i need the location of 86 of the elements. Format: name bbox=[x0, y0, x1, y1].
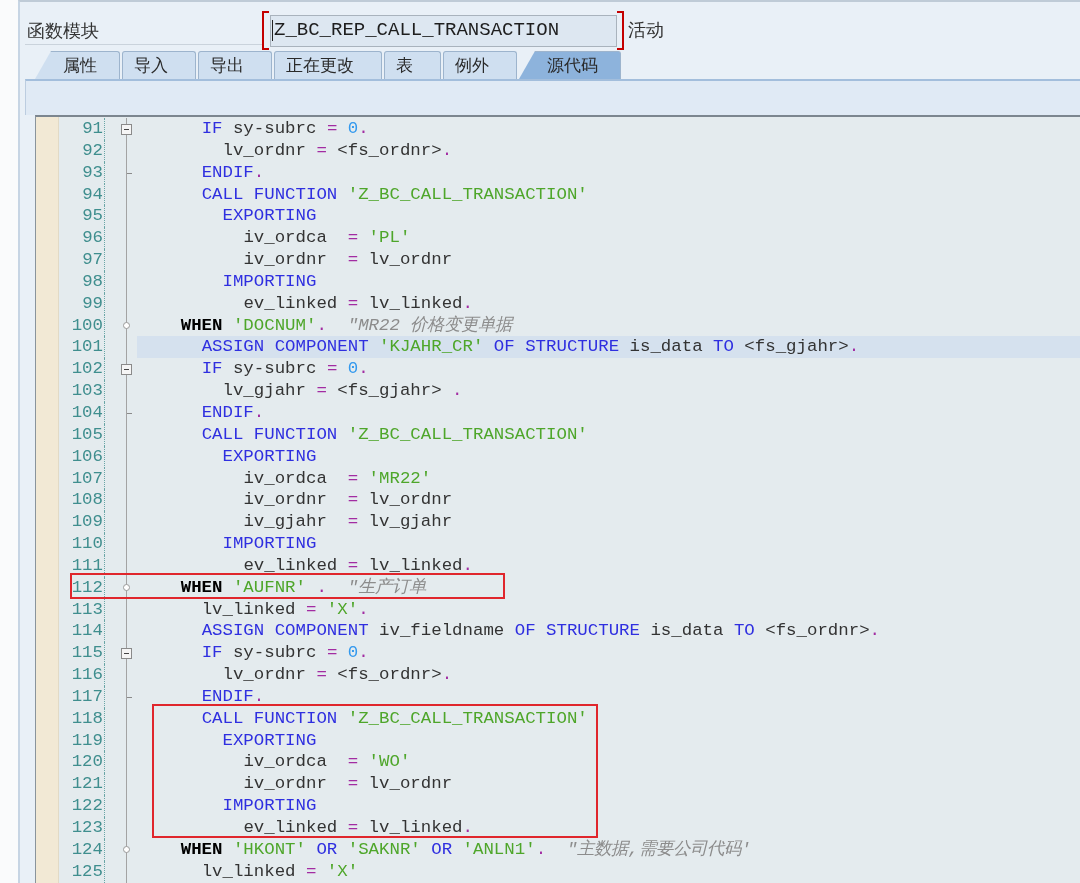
code-line: ev_linked = lv_linked. bbox=[243, 818, 473, 837]
tab[interactable]: 导入 bbox=[122, 51, 196, 79]
line-number: 116 bbox=[71, 665, 103, 685]
code-line: WHEN 'HKONT' OR 'SAKNR' OR 'ANLN1'. "主数据,需要公司代码' bbox=[180, 839, 752, 859]
line-number: 125 bbox=[71, 861, 103, 881]
line-number: 105 bbox=[71, 424, 103, 444]
line-number: 113 bbox=[71, 599, 103, 619]
function-module-field[interactable]: Z_BC_REP_CALL_TRANSACTION bbox=[270, 14, 617, 47]
tab[interactable]: 导出 bbox=[198, 51, 272, 79]
line-number: 112 bbox=[71, 577, 103, 597]
code-line: iv_ordca = 'PL' bbox=[243, 228, 411, 248]
code-line: ev_linked = lv_linked. bbox=[243, 555, 473, 575]
code-line: IMPORTING bbox=[222, 271, 317, 291]
line-number: 93 bbox=[82, 162, 103, 182]
line-number: 103 bbox=[71, 381, 103, 401]
code-line: EXPORTING bbox=[222, 446, 317, 466]
line-number: 118 bbox=[71, 708, 103, 728]
line-number: 111 bbox=[71, 555, 103, 575]
code-line: IF sy-subrc = 0. bbox=[201, 359, 369, 379]
code-line: iv_gjahr = lv_gjahr bbox=[243, 512, 453, 532]
line-number: 95 bbox=[82, 206, 103, 226]
code-line: ASSIGN COMPONENT iv_fieldname OF STRUCTURE is_data TO <fs_ordnr>. bbox=[201, 621, 880, 641]
code-line: lv_gjahr = <fs_gjahr> . bbox=[222, 381, 463, 401]
line-number: 107 bbox=[71, 468, 103, 488]
code-line: iv_ordnr = lv_ordnr bbox=[243, 490, 453, 510]
code-line: IF sy-subrc = 0. bbox=[201, 119, 369, 138]
corner-bracket-icon bbox=[617, 11, 624, 50]
line-number: 122 bbox=[71, 796, 103, 816]
collapse-icon[interactable] bbox=[121, 123, 132, 135]
tab[interactable]: 源代码 bbox=[519, 51, 621, 79]
code-line: CALL FUNCTION 'Z_BC_CALL_TRANSACTION' bbox=[201, 184, 588, 204]
code-line: ENDIF. bbox=[201, 402, 265, 422]
line-number: 109 bbox=[71, 512, 103, 532]
line-number: 121 bbox=[71, 774, 103, 794]
tab[interactable]: 例外 bbox=[443, 51, 517, 79]
line-number: 123 bbox=[71, 818, 103, 837]
code-line: ASSIGN COMPONENT 'KJAHR_CR' OF STRUCTURE is_data TO <fs_gjahr>. bbox=[201, 337, 860, 357]
field-label: 函数模块 bbox=[27, 20, 99, 42]
line-number: 119 bbox=[71, 730, 103, 750]
collapse-icon[interactable] bbox=[121, 647, 132, 659]
code-line: CALL FUNCTION 'Z_BC_CALL_TRANSACTION' bbox=[201, 424, 588, 444]
line-number: 91 bbox=[82, 119, 103, 138]
code-line: IMPORTING bbox=[222, 534, 317, 554]
tab[interactable]: 属性 bbox=[35, 51, 120, 79]
line-number: 101 bbox=[71, 337, 103, 357]
code-line: ENDIF. bbox=[201, 162, 265, 182]
line-number: 106 bbox=[71, 446, 103, 466]
line-number: 99 bbox=[82, 293, 103, 313]
code-line: IF sy-subrc = 0. bbox=[201, 643, 369, 663]
line-number: 98 bbox=[82, 271, 103, 291]
line-number: 104 bbox=[71, 402, 103, 422]
line-number: 114 bbox=[71, 621, 103, 641]
collapse-icon[interactable] bbox=[121, 363, 132, 375]
code-line: iv_ordca = 'WO' bbox=[243, 752, 411, 772]
line-number: 96 bbox=[82, 228, 103, 248]
code-line: WHEN 'DOCNUM'. "MR22 价格变更单据 bbox=[180, 315, 513, 335]
line-number: 108 bbox=[71, 490, 103, 510]
code-line: lv_ordnr = <fs_ordnr>. bbox=[222, 140, 453, 160]
tab[interactable]: 正在更改 bbox=[274, 51, 382, 79]
text-cursor-icon bbox=[272, 20, 273, 41]
status-label: 活动 bbox=[628, 19, 664, 42]
code-line: IMPORTING bbox=[222, 796, 317, 816]
code-line: iv_ordnr = lv_ordnr bbox=[243, 774, 453, 794]
line-number: 117 bbox=[71, 686, 103, 706]
code-line: lv_linked = 'X' bbox=[201, 861, 359, 881]
code-line: ev_linked = lv_linked. bbox=[243, 293, 473, 313]
line-number: 100 bbox=[71, 315, 103, 335]
line-number: 102 bbox=[71, 359, 103, 379]
line-number: 92 bbox=[82, 140, 103, 160]
line-number: 97 bbox=[82, 250, 103, 270]
tab[interactable]: 表 bbox=[384, 51, 441, 79]
line-number: 124 bbox=[71, 839, 103, 859]
code-line: lv_linked = 'X'. bbox=[201, 599, 369, 619]
line-number: 94 bbox=[82, 184, 103, 204]
code-line: EXPORTING bbox=[222, 206, 317, 226]
code-line: lv_ordnr = <fs_ordnr>. bbox=[222, 665, 453, 685]
code-line: CALL FUNCTION 'Z_BC_CALL_TRANSACTION' bbox=[201, 708, 588, 728]
line-number: 110 bbox=[71, 534, 103, 554]
line-number: 120 bbox=[71, 752, 103, 772]
line-number: 115 bbox=[71, 643, 103, 663]
code-line: iv_ordnr = lv_ordnr bbox=[243, 250, 453, 270]
corner-bracket-icon bbox=[262, 11, 269, 50]
code-line: EXPORTING bbox=[222, 730, 317, 750]
code-line: ENDIF. bbox=[201, 686, 265, 706]
code-line: WHEN 'AUFNR' . "生产订单 bbox=[180, 577, 427, 597]
code-line: iv_ordca = 'MR22' bbox=[243, 468, 432, 488]
